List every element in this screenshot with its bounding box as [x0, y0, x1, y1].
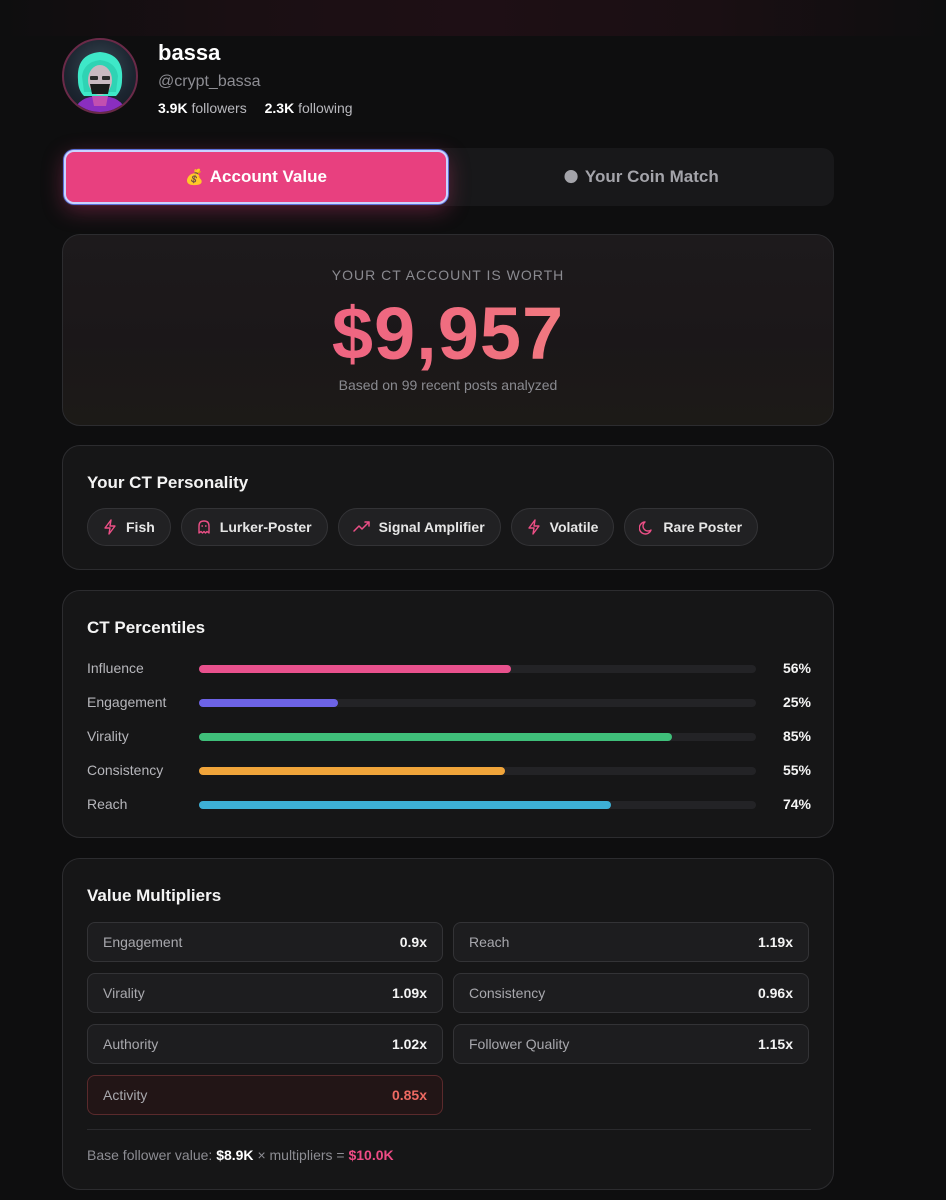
percentile-row-virality: Virality 85%: [87, 727, 811, 747]
trait-label: Fish: [126, 519, 155, 535]
percentile-label: Consistency: [87, 762, 164, 778]
follow-stats: 3.9K followers 2.3K following: [158, 100, 353, 116]
tab-label: Account Value: [209, 167, 327, 186]
multiplier-authority: Authority 1.02x: [87, 1024, 443, 1064]
followers-label: followers: [191, 100, 247, 116]
worth-label: YOUR CT ACCOUNT IS WORTH: [331, 267, 565, 283]
percentile-fill: [199, 699, 339, 707]
lightning-icon: [527, 519, 540, 535]
tab-label: Your Coin Match: [584, 167, 719, 186]
divider: [87, 1129, 811, 1130]
percentiles-card: CT Percentiles Influence 56% Engagement …: [62, 590, 834, 838]
percentile-track: [199, 699, 756, 707]
multiplier-value: 0.96x: [757, 985, 793, 1001]
multiplier-value: 1.15x: [757, 1036, 793, 1052]
trait-label: Lurker-Poster: [219, 519, 312, 535]
multiplier-value: 0.9x: [399, 934, 427, 950]
percentile-track: [199, 767, 756, 775]
percentile-track: [199, 733, 756, 741]
trait-chip-signal-amplifier[interactable]: Signal Amplifier: [337, 508, 501, 546]
top-banner-glow: [0, 0, 946, 36]
percentile-fill: [199, 733, 673, 741]
worth-value: $9,957: [63, 291, 833, 376]
trait-chip-rare-poster[interactable]: Rare Poster: [624, 508, 759, 546]
multiplier-reach: Reach 1.19x: [453, 922, 809, 962]
multiplier-value: 1.09x: [391, 985, 427, 1001]
multipliers-card: Value Multipliers Engagement 0.9x Reach …: [62, 858, 834, 1190]
percentile-value: 85%: [782, 728, 811, 744]
profile-header: bassa @crypt_bassa 3.9K followers 2.3K f…: [62, 38, 462, 118]
total-value: $10.0K: [348, 1147, 394, 1163]
percentile-track: [199, 801, 756, 809]
multipliers-title: Value Multipliers: [87, 886, 222, 905]
formula-middle: × multipliers =: [257, 1147, 345, 1163]
percentile-label: Influence: [87, 660, 144, 676]
trait-chip-fish[interactable]: Fish: [87, 508, 171, 546]
percentile-value: 56%: [782, 660, 811, 676]
profile-handle[interactable]: @crypt_bassa: [158, 73, 261, 91]
multiplier-value: 0.85x: [391, 1087, 427, 1103]
percentile-row-engagement: Engagement 25%: [87, 693, 811, 713]
tab-coin-match[interactable]: 🌑 Your Coin Match: [448, 148, 834, 206]
multiplier-follower-quality: Follower Quality 1.15x: [453, 1024, 809, 1064]
worth-subtitle: Based on 99 recent posts analyzed: [338, 377, 558, 393]
multiplier-label: Engagement: [103, 934, 183, 950]
trait-chip-volatile[interactable]: Volatile: [510, 508, 615, 546]
view-tabs: 💰 Account Value 🌑 Your Coin Match: [62, 148, 834, 206]
percentile-row-influence: Influence 56%: [87, 659, 811, 679]
percentile-fill: [199, 665, 511, 673]
following-count[interactable]: 2.3K: [265, 100, 295, 116]
personality-card: Your CT Personality Fish Lurker-Poster S…: [62, 445, 834, 570]
tab-account-value[interactable]: 💰 Account Value: [64, 150, 448, 204]
percentile-value: 55%: [782, 762, 811, 778]
multiplier-value: 1.19x: [757, 934, 793, 950]
multiplier-value: 1.02x: [391, 1036, 427, 1052]
lightning-icon: [104, 519, 116, 535]
profile-name: bassa: [158, 40, 221, 65]
percentile-track: [199, 665, 756, 673]
money-bag-icon: 💰: [185, 169, 204, 186]
trait-label: Rare Poster: [663, 519, 743, 535]
multiplier-activity: Activity 0.85x: [87, 1075, 443, 1115]
avatar-image: [74, 52, 126, 112]
multiplier-label: Activity: [103, 1087, 148, 1103]
percentile-row-consistency: Consistency 55%: [87, 761, 811, 781]
followers-count[interactable]: 3.9K: [158, 100, 188, 116]
multiplier-virality: Virality 1.09x: [87, 973, 443, 1013]
percentile-label: Reach: [87, 796, 128, 812]
moon-icon: 🌑: [563, 169, 579, 186]
trait-chips: Fish Lurker-Poster Signal Amplifier Vola…: [87, 508, 759, 546]
percentile-label: Engagement: [87, 694, 167, 710]
multiplier-label: Virality: [103, 985, 145, 1001]
personality-title: Your CT Personality: [87, 473, 249, 492]
formula-prefix: Base follower value:: [87, 1147, 213, 1163]
multiplier-label: Consistency: [469, 985, 546, 1001]
percentile-fill: [199, 767, 506, 775]
trait-label: Volatile: [549, 519, 599, 535]
trait-label: Signal Amplifier: [378, 519, 485, 535]
multiplier-label: Reach: [469, 934, 510, 950]
percentile-value: 25%: [782, 694, 811, 710]
base-follower-value: $8.9K: [216, 1147, 254, 1163]
percentile-fill: [199, 801, 612, 809]
multiplier-consistency: Consistency 0.96x: [453, 973, 809, 1013]
percentile-value: 74%: [782, 796, 811, 812]
account-worth-card: YOUR CT ACCOUNT IS WORTH $9,957 Based on…: [62, 234, 834, 426]
multiplier-label: Authority: [103, 1036, 159, 1052]
moon-icon: [639, 521, 653, 535]
avatar[interactable]: [62, 38, 138, 114]
valuation-formula: Base follower value: $8.9K × multipliers…: [87, 1147, 394, 1163]
ghost-icon: [198, 520, 210, 534]
percentiles-title: CT Percentiles: [87, 618, 206, 637]
following-label: following: [298, 100, 353, 116]
multiplier-engagement: Engagement 0.9x: [87, 922, 443, 962]
percentile-label: Virality: [87, 728, 129, 744]
trending-up-icon: [352, 521, 370, 532]
percentile-row-reach: Reach 74%: [87, 795, 811, 815]
trait-chip-lurker-poster[interactable]: Lurker-Poster: [180, 508, 328, 546]
multiplier-label: Follower Quality: [469, 1036, 570, 1052]
